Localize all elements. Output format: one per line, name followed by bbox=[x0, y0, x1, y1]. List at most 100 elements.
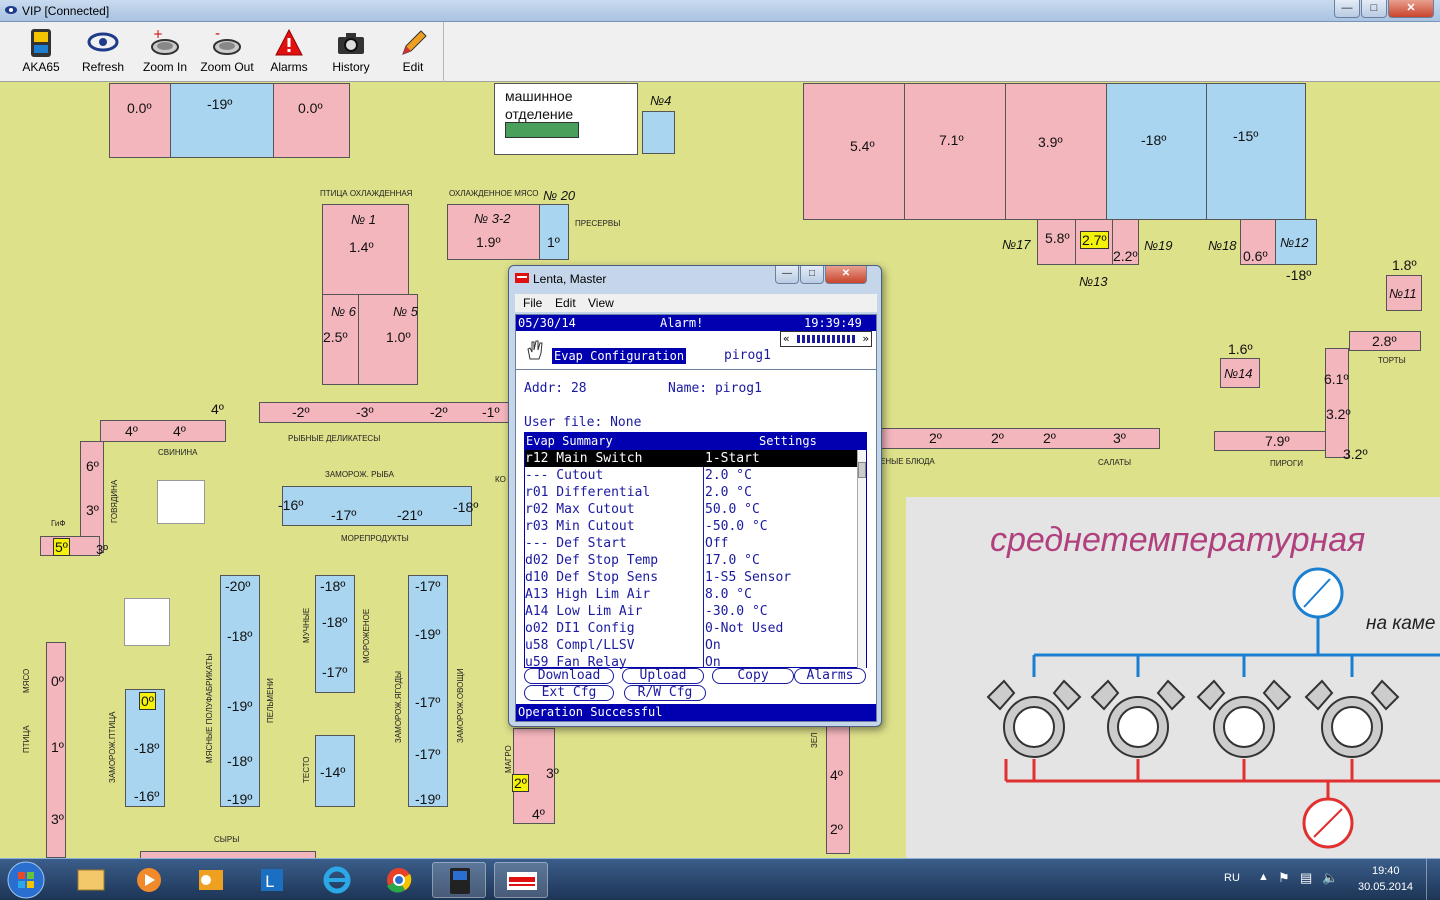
dialog-minimize-button[interactable]: — bbox=[775, 266, 799, 284]
table-row[interactable]: r03 Min Cutout -50.0 °C bbox=[525, 518, 857, 535]
taskbar-vip[interactable] bbox=[432, 862, 486, 898]
table-row[interactable]: o02 DI1 Config 0-Not Used bbox=[525, 620, 857, 637]
upload-button[interactable]: Upload bbox=[622, 668, 704, 684]
case-n11[interactable]: №11 bbox=[1386, 275, 1422, 311]
controller-dialog[interactable]: Lenta, Master — □ ✕ File Edit View 05/30… bbox=[508, 265, 882, 727]
freezer-zam-ptitsa[interactable]: 0º -18º -16º bbox=[125, 689, 165, 807]
refresh-button[interactable]: Refresh bbox=[72, 28, 134, 80]
case-pirogi[interactable]: 7.9º bbox=[1214, 431, 1326, 451]
case-magro[interactable]: 2º 3º 4º bbox=[512, 728, 559, 824]
taskbar-explorer[interactable] bbox=[64, 862, 118, 898]
case-top-right-4[interactable]: -18º bbox=[1106, 83, 1207, 220]
freezer-yagody[interactable]: -17º -19º -17º -17º -19º bbox=[408, 575, 448, 807]
case-top-left-2[interactable]: -19º bbox=[170, 83, 274, 158]
history-button[interactable]: History bbox=[320, 28, 382, 80]
copy-button[interactable]: Copy bbox=[712, 668, 794, 684]
case-n1[interactable]: № 1 1.4º bbox=[322, 204, 409, 295]
scrollbar-thumb[interactable] bbox=[858, 462, 866, 478]
show-desktop-button[interactable] bbox=[1426, 859, 1440, 900]
chevron-right-icon[interactable]: » bbox=[862, 332, 869, 345]
temp-value: -18º bbox=[227, 628, 253, 644]
case-ryba-delikatesy[interactable]: -2º -3º -2º -1º bbox=[259, 402, 509, 423]
case-n19[interactable]: 2.2º bbox=[1112, 219, 1139, 265]
case-top-right-2[interactable]: 7.1º bbox=[904, 83, 1006, 220]
table-row[interactable]: r02 Max Cutout 50.0 °C bbox=[525, 501, 857, 518]
menu-file[interactable]: File bbox=[523, 296, 542, 310]
start-button-icon[interactable] bbox=[6, 860, 46, 900]
table-row[interactable]: A13 High Lim Air 8.0 °C bbox=[525, 586, 857, 603]
freezer-myasnye[interactable]: -20º -18º -19º -18º -19º bbox=[220, 575, 260, 807]
case-n18[interactable]: 0.6º bbox=[1240, 219, 1276, 265]
menu-view[interactable]: View bbox=[588, 296, 614, 310]
case-top-left-3[interactable]: 0.0º bbox=[273, 83, 350, 158]
volume-icon[interactable]: 🔈 bbox=[1322, 870, 1338, 886]
table-row[interactable]: d02 Def Stop Temp 17.0 °C bbox=[525, 552, 857, 569]
table-row[interactable]: r12 Main Switch 1-Start bbox=[525, 450, 857, 467]
flag-icon[interactable]: ⚑ bbox=[1278, 870, 1290, 886]
case-n4[interactable] bbox=[642, 111, 675, 154]
machine-room[interactable]: машинное отделение bbox=[494, 83, 638, 155]
close-button[interactable]: ✕ bbox=[1388, 0, 1434, 18]
freezer-testo[interactable]: -14º bbox=[315, 735, 355, 807]
minimize-button[interactable]: — bbox=[1334, 0, 1360, 18]
case-n17[interactable]: 5.8º bbox=[1037, 219, 1076, 265]
aka65-button[interactable]: AKA65 bbox=[10, 28, 72, 80]
case-torty[interactable]: 2.8º bbox=[1349, 331, 1421, 351]
case-n14[interactable]: №14 bbox=[1220, 358, 1260, 388]
case-myaso-ptitsa[interactable]: 0º 1º 3º bbox=[46, 642, 66, 858]
taskbar-chrome[interactable] bbox=[372, 862, 426, 898]
alarms-dialog-button[interactable]: Alarms bbox=[794, 668, 866, 684]
rw-cfg-button[interactable]: R/W Cfg bbox=[624, 685, 706, 701]
chevron-up-icon[interactable]: ▲ bbox=[1258, 871, 1269, 883]
case-gf[interactable]: 5º bbox=[40, 536, 100, 556]
alarms-button[interactable]: Alarms bbox=[258, 28, 320, 80]
zam-yagody-label: ЗАМОРОЖ.ЯГОДЫ bbox=[394, 670, 403, 743]
language-indicator[interactable]: RU bbox=[1224, 872, 1240, 884]
taskbar-ie[interactable] bbox=[310, 862, 364, 898]
table-row[interactable]: d10 Def Stop Sens 1-S5 Sensor bbox=[525, 569, 857, 586]
network-icon[interactable]: ▤ bbox=[1300, 870, 1312, 886]
freezer-muchnye[interactable]: -18º -18º -17º bbox=[315, 575, 355, 693]
table-row[interactable]: A14 Low Lim Air -30.0 °C bbox=[525, 603, 857, 620]
edit-button[interactable]: Edit bbox=[382, 28, 444, 80]
case-top-right-1[interactable]: 5.4º bbox=[803, 83, 905, 220]
taskbar-lync[interactable]: L bbox=[246, 862, 300, 898]
case-zel[interactable]: 4º 2º bbox=[826, 726, 850, 854]
table-row[interactable]: --- Cutout 2.0 °C bbox=[525, 467, 857, 484]
taskbar-outlook[interactable] bbox=[184, 862, 238, 898]
taskbar-media[interactable] bbox=[122, 862, 176, 898]
table-row[interactable]: r01 Differential 2.0 °C bbox=[525, 484, 857, 501]
scroll-selector[interactable]: « » bbox=[780, 331, 872, 347]
zoom-in-button[interactable]: + Zoom In bbox=[134, 28, 196, 80]
case-n6[interactable]: № 6 2.5º bbox=[322, 294, 359, 385]
temp-alarm-value: 0º bbox=[139, 692, 156, 710]
table-scrollbar[interactable] bbox=[857, 450, 866, 668]
case-top-left-1[interactable]: 0.0º bbox=[109, 83, 171, 158]
dialog-maximize-button[interactable]: □ bbox=[800, 266, 824, 284]
case-n5[interactable]: № 5 1.0º bbox=[358, 294, 418, 385]
case-salaty[interactable]: 2º 2º 2º 3º bbox=[880, 428, 1160, 449]
zoom-out-button[interactable]: - Zoom Out bbox=[196, 28, 258, 80]
clock-date[interactable]: 30.05.2014 bbox=[1358, 881, 1413, 893]
case-n13[interactable]: 2.7º bbox=[1075, 219, 1113, 265]
case-n20[interactable]: 1º bbox=[539, 204, 569, 260]
case-syry[interactable] bbox=[140, 851, 316, 858]
table-row[interactable]: u58 Compl/LLSV On bbox=[525, 637, 857, 654]
table-row[interactable]: --- Def Start Off bbox=[525, 535, 857, 552]
case-n3-2[interactable]: № 3-2 1.9º bbox=[447, 204, 540, 260]
dialog-close-button[interactable]: ✕ bbox=[825, 266, 867, 284]
case-top-right-5[interactable]: -15º bbox=[1206, 83, 1306, 220]
compressor-panel: среднетемпературная на каме bbox=[906, 497, 1440, 858]
ext-cfg-button[interactable]: Ext Cfg bbox=[524, 685, 614, 701]
case-right-column[interactable]: 6.1º 3.2º bbox=[1324, 348, 1351, 458]
maximize-button[interactable]: □ bbox=[1361, 0, 1387, 18]
case-zamoroz-ryba[interactable]: -16º -17º -21º -18º bbox=[278, 486, 478, 526]
case-n12[interactable]: №12 bbox=[1275, 219, 1317, 265]
clock-time[interactable]: 19:40 bbox=[1372, 865, 1400, 877]
menu-edit[interactable]: Edit bbox=[555, 296, 576, 310]
case-top-right-3[interactable]: 3.9º bbox=[1005, 83, 1107, 220]
taskbar-danfoss[interactable] bbox=[494, 862, 548, 898]
download-button[interactable]: Download bbox=[524, 668, 614, 684]
chevron-left-icon[interactable]: « bbox=[783, 332, 790, 345]
case-svinina[interactable]: 4º 4º bbox=[100, 420, 226, 442]
